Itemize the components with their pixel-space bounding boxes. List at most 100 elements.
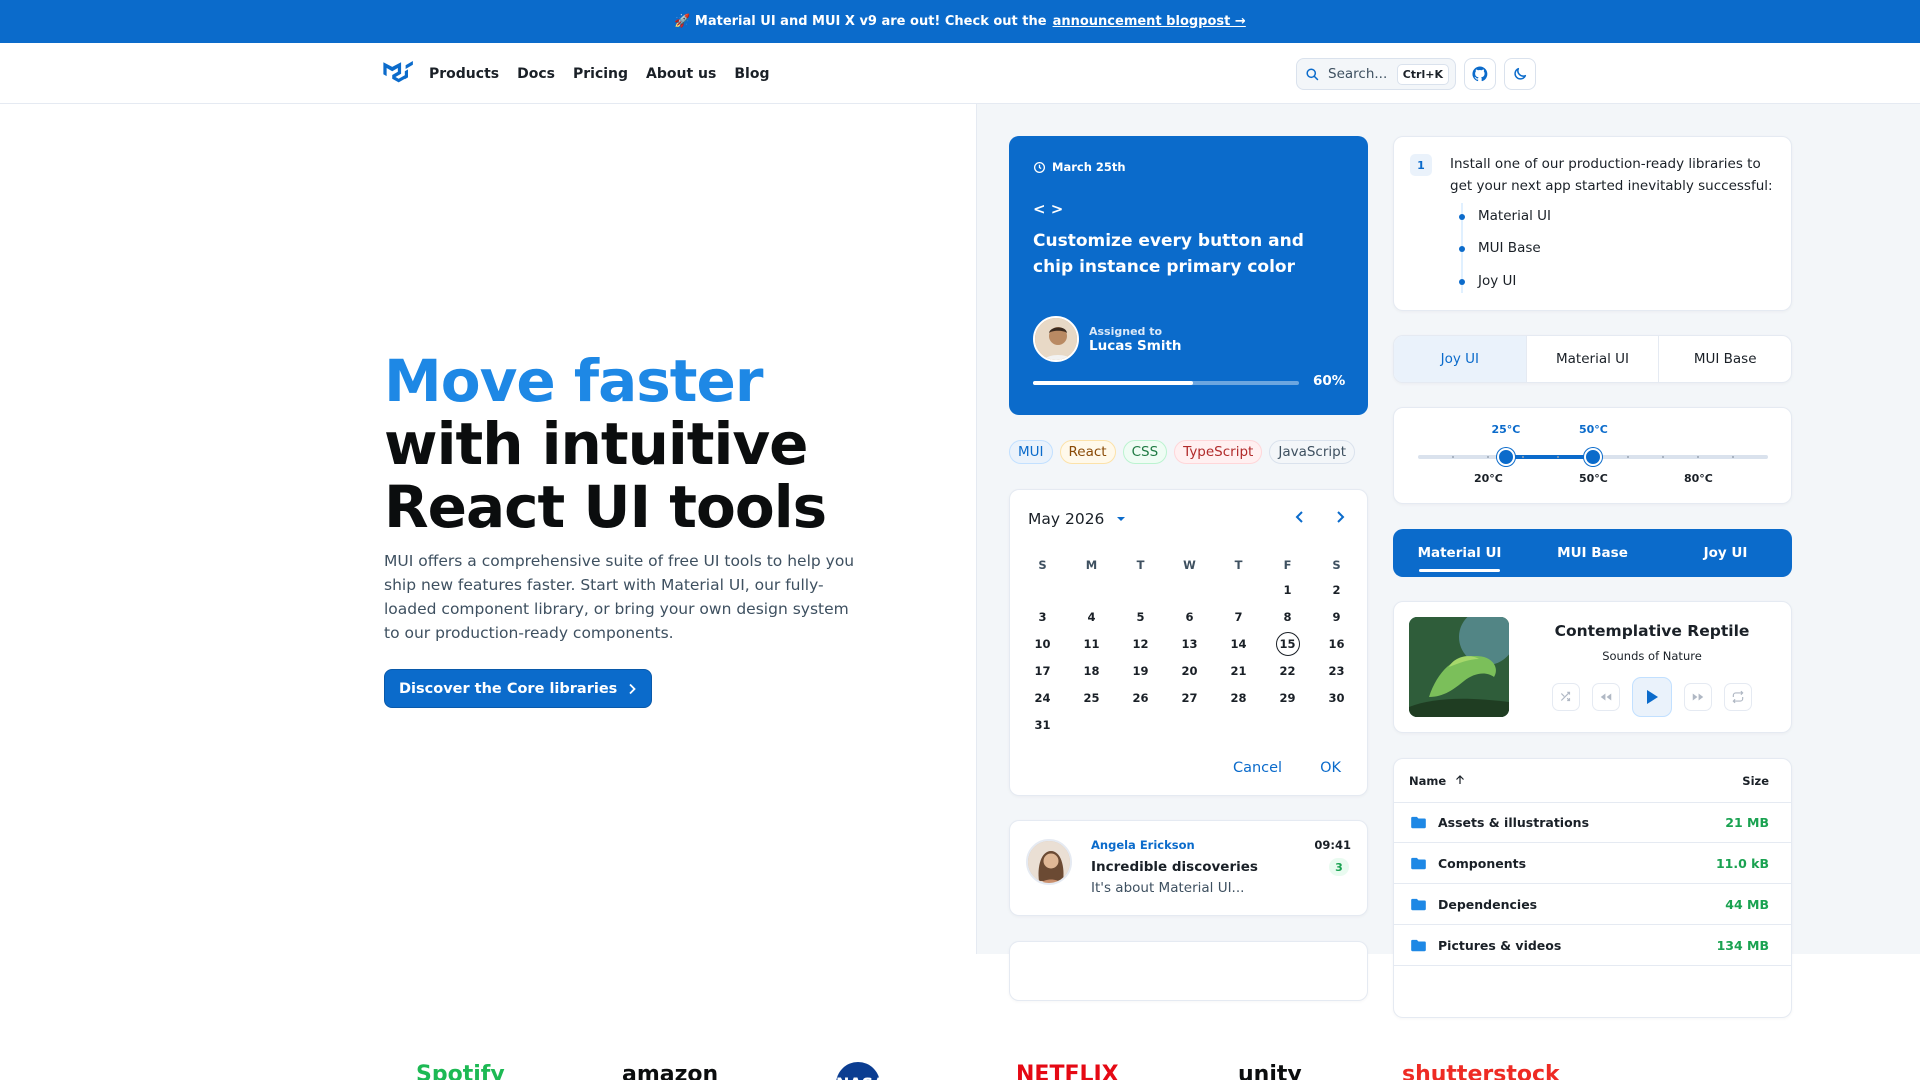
file-row[interactable]: Assets & illustrations 21 MB [1394, 803, 1791, 843]
slider-thumb[interactable] [1496, 448, 1515, 466]
message-subject: Incredible discoveries [1091, 859, 1258, 875]
calendar-day[interactable]: 21 [1214, 660, 1263, 682]
calendar-day[interactable]: 14 [1214, 633, 1263, 655]
slider-tick [1487, 456, 1489, 458]
nav-docs[interactable]: Docs [517, 66, 555, 82]
toggle-material-ui[interactable]: Material UI [1527, 336, 1660, 382]
calendar-day[interactable]: 11 [1067, 633, 1116, 655]
toggle-mui-base[interactable]: MUI Base [1659, 336, 1791, 382]
install-item[interactable]: Joy UI [1459, 273, 1516, 289]
github-button[interactable] [1464, 58, 1496, 90]
theme-toggle-button[interactable] [1504, 58, 1536, 90]
arrow-up-icon [1456, 775, 1465, 784]
loop-icon [1732, 690, 1744, 704]
calendar-day[interactable]: 23 [1312, 660, 1361, 682]
calendar-day[interactable]: 6 [1165, 606, 1214, 628]
chip-javascript[interactable]: JavaScript [1269, 440, 1356, 464]
calendar-day[interactable]: 25 [1067, 687, 1116, 709]
file-size: 134 MB [1716, 938, 1769, 953]
calendar-day[interactable]: 27 [1165, 687, 1214, 709]
nav-blog[interactable]: Blog [734, 66, 769, 82]
play-button[interactable] [1632, 677, 1672, 717]
chip-mui[interactable]: MUI [1009, 440, 1053, 464]
calendar-month: May 2026 [1028, 510, 1105, 528]
calendar-day[interactable]: 22 [1263, 660, 1312, 682]
calendar-day[interactable]: 20 [1165, 660, 1214, 682]
nav-products[interactable]: Products [429, 66, 499, 82]
column-name-header[interactable]: Name [1409, 774, 1466, 788]
calendar-day[interactable]: 9 [1312, 606, 1361, 628]
chip-typescript[interactable]: TypeScript [1174, 440, 1263, 464]
install-item[interactable]: Material UI [1459, 208, 1551, 224]
assignee-name: Lucas Smith [1089, 337, 1182, 354]
calendar-day[interactable]: 31 [1018, 714, 1067, 736]
song-title: Contemplative Reptile [1554, 622, 1750, 640]
file-row[interactable]: Dependencies 44 MB [1394, 885, 1791, 925]
chip-css[interactable]: CSS [1122, 440, 1168, 464]
calendar-ok-button[interactable]: OK [1320, 760, 1341, 776]
calendar-day[interactable]: 17 [1018, 660, 1067, 682]
calendar-day[interactable]: 13 [1165, 633, 1214, 655]
hero-title: Move faster with intuitive React UI tool… [384, 350, 884, 539]
nav-about[interactable]: About us [646, 66, 716, 82]
calendar-day[interactable]: 26 [1116, 687, 1165, 709]
netflix-logo: NETFLIX [1016, 1062, 1119, 1080]
calendar-day[interactable]: 18 [1067, 660, 1116, 682]
search-shortcut: Ctrl+K [1396, 63, 1449, 85]
task-card[interactable]: March 25th < > Customize every button an… [1009, 136, 1368, 415]
calendar-day[interactable]: 3 [1018, 606, 1067, 628]
discover-core-button[interactable]: Discover the Core libraries [384, 669, 653, 708]
nav-pricing[interactable]: Pricing [573, 66, 628, 82]
tab-material-ui[interactable]: Material UI [1393, 529, 1526, 577]
search-placeholder: Search... [1328, 66, 1388, 82]
file-row[interactable]: Components 11.0 kB [1394, 844, 1791, 884]
folder-icon [1411, 939, 1426, 952]
slider-tick [1522, 456, 1524, 458]
calendar-day[interactable]: 29 [1263, 687, 1312, 709]
slider-tick [1627, 456, 1629, 458]
tab-mui-base[interactable]: MUI Base [1526, 529, 1659, 577]
slider-value-label: 50°C [1579, 423, 1608, 436]
calendar-day[interactable]: 16 [1312, 633, 1361, 655]
file-row[interactable]: Pictures & videos 134 MB [1394, 926, 1791, 966]
loop-button[interactable] [1724, 683, 1752, 711]
weekday-header: S [1332, 558, 1341, 572]
message-card[interactable]: Angela Erickson Incredible discoveries I… [1009, 820, 1368, 916]
calendar-day[interactable]: 12 [1116, 633, 1165, 655]
calendar-day[interactable]: 5 [1116, 606, 1165, 628]
slider-track[interactable] [1418, 448, 1768, 466]
chip-react[interactable]: React [1059, 440, 1116, 464]
calendar-day[interactable]: 7 [1214, 606, 1263, 628]
fast-forward-button[interactable] [1684, 683, 1712, 711]
announcement-link[interactable]: announcement blogpost → [1053, 14, 1246, 29]
mui-logo-icon[interactable] [383, 60, 413, 86]
install-item[interactable]: MUI Base [1459, 240, 1541, 256]
calendar-day[interactable]: 4 [1067, 606, 1116, 628]
calendar-day[interactable]: 1 [1263, 579, 1312, 601]
calendar-day[interactable]: 19 [1116, 660, 1165, 682]
rewind-button[interactable] [1592, 683, 1620, 711]
folder-icon [1411, 857, 1426, 870]
calendar-day[interactable]: 24 [1018, 687, 1067, 709]
task-date: March 25th [1033, 160, 1344, 174]
calendar-cancel-button[interactable]: Cancel [1233, 760, 1282, 776]
search-button[interactable]: Search... Ctrl+K [1296, 58, 1456, 90]
calendar-day[interactable]: 8 [1263, 606, 1312, 628]
tab-joy-ui[interactable]: Joy UI [1659, 529, 1792, 577]
column-size-header[interactable]: Size [1742, 774, 1769, 788]
calendar-day[interactable]: 15 [1263, 632, 1312, 656]
calendar-day[interactable]: 2 [1312, 579, 1361, 601]
player-controls [1525, 677, 1779, 717]
library-tabs: Material UI MUI Base Joy UI [1393, 529, 1792, 577]
toggle-joy-ui[interactable]: Joy UI [1394, 336, 1527, 382]
shuffle-button[interactable] [1552, 683, 1580, 711]
prev-month-icon[interactable] [1294, 510, 1306, 524]
calendar-month-select[interactable]: May 2026 [1028, 510, 1126, 528]
calendar-day[interactable]: 10 [1018, 633, 1067, 655]
slider-thumb[interactable] [1584, 448, 1602, 466]
calendar-day[interactable]: 28 [1214, 687, 1263, 709]
song-artist: Sounds of Nature [1602, 649, 1702, 663]
calendar-day[interactable]: 30 [1312, 687, 1361, 709]
file-size: 11.0 kB [1715, 856, 1769, 871]
next-month-icon[interactable] [1334, 510, 1346, 524]
